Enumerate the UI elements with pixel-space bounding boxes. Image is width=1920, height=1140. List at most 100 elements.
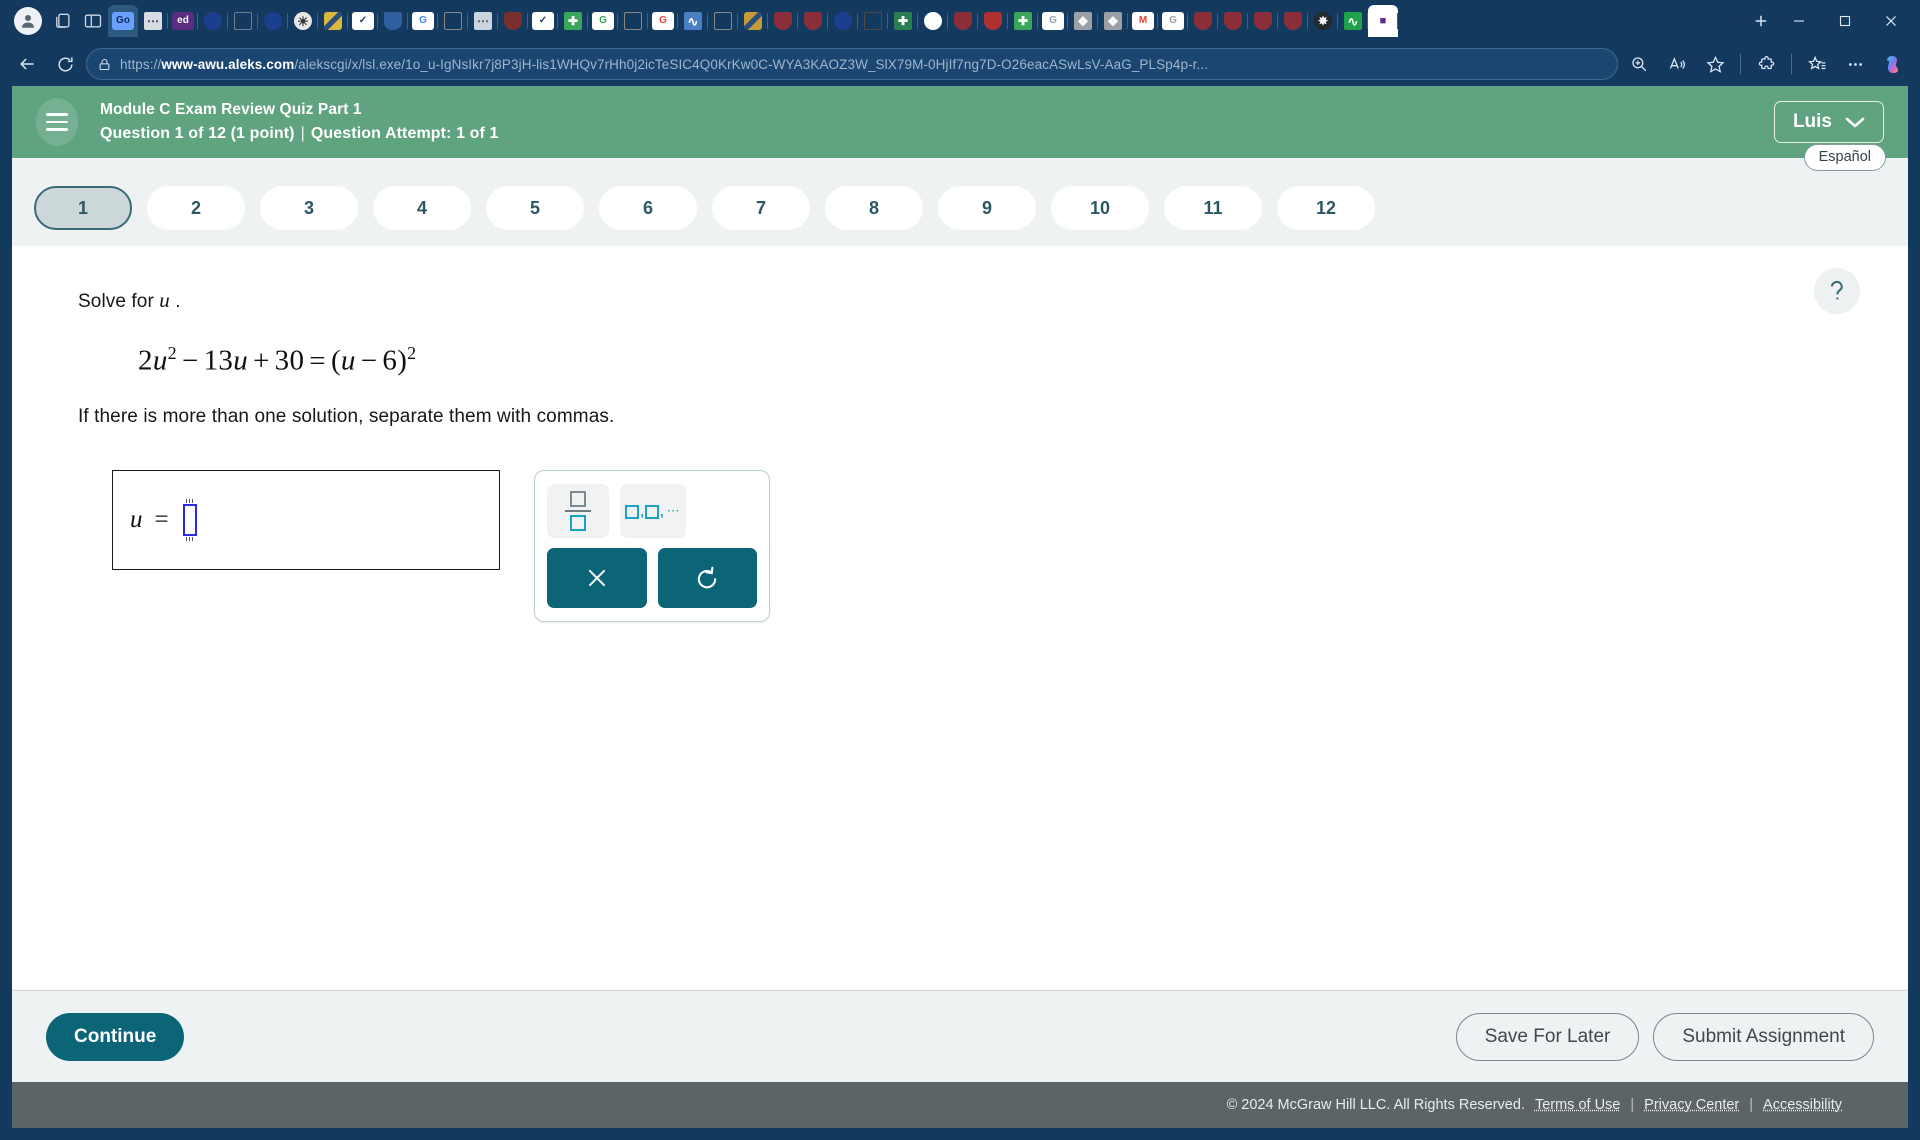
browser-tab-42[interactable]: ■: [1368, 5, 1398, 37]
privacy-center-link[interactable]: Privacy Center: [1644, 1097, 1739, 1113]
reload-icon[interactable]: [48, 47, 82, 81]
browser-tab-9[interactable]: [378, 5, 408, 37]
question-pill-8[interactable]: 8: [825, 186, 923, 230]
browser-tab-15[interactable]: ✚: [558, 5, 588, 37]
clear-button[interactable]: [547, 547, 647, 608]
question-pill-4[interactable]: 4: [373, 186, 471, 230]
language-toggle-button[interactable]: Español: [1803, 144, 1886, 171]
read-aloud-icon[interactable]: [1660, 47, 1694, 81]
fraction-button[interactable]: [547, 483, 609, 538]
browser-tab-33[interactable]: ❖: [1098, 5, 1128, 37]
accessibility-link[interactable]: Accessibility: [1763, 1097, 1842, 1113]
copilot-icon[interactable]: [1876, 47, 1910, 81]
browser-tab-37[interactable]: [1218, 5, 1248, 37]
tab-favicon-text-icon: G: [412, 12, 434, 30]
browser-tab-12[interactable]: ⋯: [468, 5, 498, 37]
answer-input-field[interactable]: [182, 498, 197, 541]
browser-tab-20[interactable]: [708, 5, 738, 37]
favorites-list-icon[interactable]: [1800, 47, 1834, 81]
continue-button[interactable]: Continue: [46, 1012, 185, 1061]
terms-of-use-link[interactable]: Terms of Use: [1535, 1097, 1620, 1113]
answer-input-box[interactable]: u =: [112, 469, 500, 570]
extensions-puzzle-icon[interactable]: [1749, 47, 1783, 81]
copyright-text: © 2024 McGraw Hill LLC. All Rights Reser…: [1226, 1097, 1525, 1113]
browser-tab-24[interactable]: [828, 5, 858, 37]
browser-tab-22[interactable]: [768, 5, 798, 37]
browser-tab-41[interactable]: ∿: [1338, 5, 1368, 37]
question-pill-7[interactable]: 7: [712, 186, 810, 230]
header-titles: Module C Exam Review Quiz Part 1 Questio…: [100, 98, 1774, 147]
browser-tab-7[interactable]: [318, 5, 348, 37]
browser-tab-40[interactable]: ✵: [1308, 5, 1338, 37]
user-menu-button[interactable]: Luis: [1773, 101, 1884, 143]
maximize-icon[interactable]: [1822, 0, 1868, 42]
zoom-icon[interactable]: [1622, 47, 1656, 81]
browser-tab-2[interactable]: ed: [168, 5, 198, 37]
browser-tab-21[interactable]: [738, 5, 768, 37]
browser-tab-26[interactable]: ✚: [888, 5, 918, 37]
browser-tab-19[interactable]: ∿: [678, 5, 708, 37]
browser-tab-28[interactable]: [948, 5, 978, 37]
question-pill-6[interactable]: 6: [599, 186, 697, 230]
browser-tab-3[interactable]: [198, 5, 228, 37]
question-pill-10[interactable]: 10: [1051, 186, 1149, 230]
browser-tab-5[interactable]: [258, 5, 288, 37]
question-pill-5[interactable]: 5: [486, 186, 584, 230]
question-pill-3[interactable]: 3: [260, 186, 358, 230]
list-button[interactable]: ,, ⋯: [620, 483, 686, 538]
new-tab-plus-icon[interactable]: [1746, 6, 1776, 36]
minimize-icon[interactable]: [1776, 0, 1822, 42]
browser-tab-16[interactable]: G: [588, 5, 618, 37]
browser-tab-34[interactable]: M: [1128, 5, 1158, 37]
browser-tab-18[interactable]: G: [648, 5, 678, 37]
profile-avatar-icon[interactable]: [14, 7, 42, 35]
page-footer: © 2024 McGraw Hill LLC. All Rights Reser…: [12, 1082, 1908, 1128]
more-options-icon[interactable]: [1838, 47, 1872, 81]
browser-tab-14[interactable]: ✓: [528, 5, 558, 37]
question-navigation: Español 1 2 3 4 5 6 7 8 9 10 11 12: [12, 144, 1908, 246]
browser-tab-36[interactable]: [1188, 5, 1218, 37]
question-pill-12[interactable]: 12: [1277, 186, 1375, 230]
answer-variable: u: [130, 505, 143, 533]
browser-tab-29[interactable]: [978, 5, 1008, 37]
tab-list[interactable]: Go ⋯ ed ☀ ✓ G ⋯ ✓ ✚ G G ∿ ✚ ✚ G ❖ ❖ M G ✵ ∿ ■: [108, 0, 1746, 42]
tab-favicon-stripes-icon: [744, 12, 762, 30]
split-screen-icon[interactable]: [78, 6, 108, 36]
eq-rhs-close: ): [397, 344, 408, 377]
browser-tab-35[interactable]: G: [1158, 5, 1188, 37]
browser-tab-4[interactable]: [228, 5, 258, 37]
collections-icon[interactable]: [48, 6, 78, 36]
browser-tab-27[interactable]: [918, 5, 948, 37]
favorite-star-icon[interactable]: [1698, 47, 1732, 81]
question-pill-11[interactable]: 11: [1164, 186, 1262, 230]
back-arrow-icon[interactable]: [10, 47, 44, 81]
hamburger-menu-icon[interactable]: [36, 98, 78, 146]
question-pill-2[interactable]: 2: [147, 186, 245, 230]
browser-tab-6[interactable]: ☀: [288, 5, 318, 37]
close-window-icon[interactable]: [1868, 0, 1914, 42]
browser-tab-8[interactable]: ✓: [348, 5, 378, 37]
browser-tab-1[interactable]: ⋯: [138, 5, 168, 37]
undo-button[interactable]: [657, 547, 757, 608]
browser-tab-23[interactable]: [798, 5, 828, 37]
tab-favicon-text-icon: G: [1162, 12, 1184, 30]
address-bar[interactable]: https://www-awu.aleks.com/alekscgi/x/lsl…: [86, 48, 1618, 80]
browser-tab-32[interactable]: ❖: [1068, 5, 1098, 37]
submit-assignment-button[interactable]: Submit Assignment: [1653, 1012, 1874, 1061]
save-for-later-button[interactable]: Save For Later: [1455, 1012, 1640, 1061]
browser-tab-11[interactable]: [438, 5, 468, 37]
browser-tab-17[interactable]: [618, 5, 648, 37]
eq-rhs-num: 6: [382, 344, 398, 377]
browser-tab-0[interactable]: Go: [108, 5, 138, 37]
browser-tab-31[interactable]: G: [1038, 5, 1068, 37]
browser-tab-25[interactable]: [858, 5, 888, 37]
browser-tab-38[interactable]: [1248, 5, 1278, 37]
question-mark-help-icon[interactable]: [1814, 268, 1860, 314]
tab-favicon-sheet-icon: ✚: [894, 12, 912, 30]
question-pill-1[interactable]: 1: [34, 186, 132, 230]
question-pill-9[interactable]: 9: [938, 186, 1036, 230]
browser-tab-30[interactable]: ✚: [1008, 5, 1038, 37]
browser-tab-13[interactable]: [498, 5, 528, 37]
browser-tab-10[interactable]: G: [408, 5, 438, 37]
browser-tab-39[interactable]: [1278, 5, 1308, 37]
